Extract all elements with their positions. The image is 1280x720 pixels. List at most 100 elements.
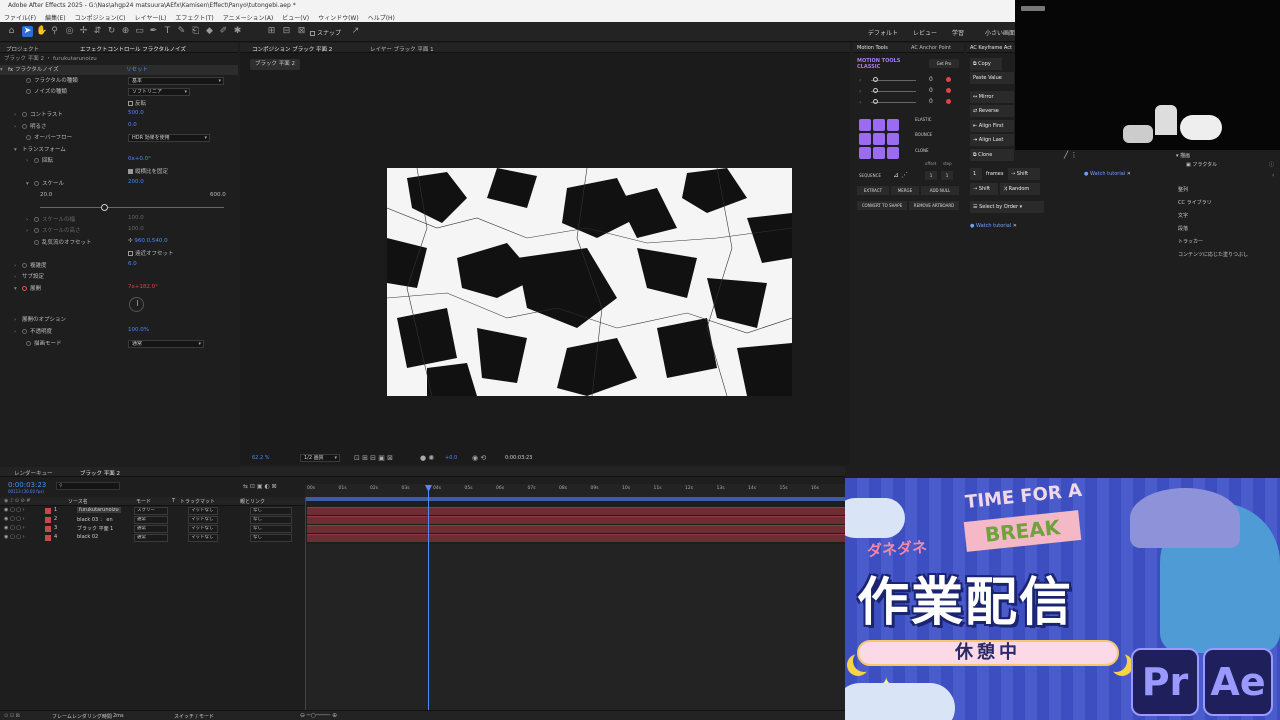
- select-by-order-button[interactable]: ☰ Select by Order ▾: [970, 201, 1044, 213]
- noise-type-dropdown[interactable]: ソフトリニア: [128, 88, 190, 96]
- clone-stamp-icon[interactable]: ⎗: [190, 26, 201, 37]
- menu-layer[interactable]: レイヤー(L): [135, 13, 167, 22]
- tab-timeline-comp[interactable]: ブラック 平面 2: [80, 469, 120, 476]
- transform-group[interactable]: ▾ トランスフォーム: [14, 145, 66, 155]
- anchor-tool-icon[interactable]: ⊕: [120, 26, 131, 37]
- pen-icon[interactable]: ╱ ⋮: [1064, 151, 1077, 159]
- bounce-label[interactable]: BOUNCE: [915, 132, 932, 137]
- copy-button[interactable]: ⧉ Copy: [970, 58, 1002, 70]
- layer-4-mode[interactable]: 通常: [134, 534, 168, 542]
- reverse-button[interactable]: ⇄ Reverse: [970, 105, 1014, 117]
- offset-turbulence-value[interactable]: ✢ 960.0,540.0: [128, 238, 168, 248]
- layer-row-2[interactable]: ◉ ▢ ▢ › 2 black 03 ： en 通常 マットなし なし: [0, 516, 305, 525]
- tab-composition[interactable]: コンポジション ブラック 平面 2: [252, 45, 332, 52]
- dolly-camera-icon[interactable]: ⇵: [92, 26, 103, 37]
- pen-tool-icon[interactable]: ✒: [148, 26, 159, 37]
- snap-toggle[interactable]: スナップ: [310, 28, 341, 37]
- fractal-type-dropdown[interactable]: 基本: [128, 77, 224, 85]
- invert-checkbox[interactable]: 反転: [128, 99, 146, 109]
- layer-3-clip[interactable]: [307, 525, 845, 533]
- col-source-name[interactable]: ソース名: [68, 498, 88, 505]
- exposure-value[interactable]: +0.0: [445, 455, 457, 461]
- menu-animation[interactable]: アニメーション(A): [223, 13, 274, 22]
- timeline-zoom-slider[interactable]: ⊖ ─○──── ⊕: [300, 712, 337, 719]
- menu-help[interactable]: ヘルプ(H): [368, 13, 395, 22]
- color-channel-icon[interactable]: ● ✺: [420, 454, 434, 462]
- playhead[interactable]: [425, 485, 432, 710]
- workspace-learn[interactable]: 学習: [952, 28, 964, 37]
- menu-effect[interactable]: エフェクト(T): [175, 13, 213, 22]
- menu-composition[interactable]: コンポジション(C): [75, 13, 126, 22]
- layer-3-mode[interactable]: 通常: [134, 525, 168, 533]
- evolution-dial[interactable]: [129, 297, 144, 312]
- brush-tool-icon[interactable]: ✎: [176, 26, 187, 37]
- opacity-value[interactable]: 100.0%: [128, 327, 149, 337]
- layer-2-clip[interactable]: [307, 516, 845, 524]
- layer-1-track[interactable]: マットなし: [188, 507, 218, 515]
- col-track-matte[interactable]: トラックマット: [180, 498, 215, 505]
- reset-link[interactable]: リセット: [126, 65, 148, 73]
- menu-edit[interactable]: 編集(E): [45, 13, 65, 22]
- convert-to-shape-button[interactable]: CONVERT TO SHAPE: [857, 201, 907, 210]
- selection-tool-icon[interactable]: ➤: [22, 26, 33, 37]
- comp-breadcrumb[interactable]: ブラック 平面 2: [250, 59, 300, 70]
- anchor-grid[interactable]: [859, 119, 899, 159]
- align-last-button[interactable]: ⇥ Align Last: [970, 134, 1014, 146]
- get-pro-button[interactable]: Get Pro: [929, 59, 959, 68]
- shift-button-2[interactable]: ⇢ Shift: [970, 183, 998, 195]
- tab-render-queue[interactable]: レンダーキュー: [14, 469, 53, 476]
- perspective-offset-checkbox[interactable]: 遠近オフセット: [128, 249, 174, 259]
- watch-tutorial-link-ac[interactable]: ● Watch tutorial ✕: [970, 223, 1017, 229]
- layer-1-clip[interactable]: [307, 507, 845, 515]
- panel-align[interactable]: 整列: [1178, 186, 1188, 193]
- work-area-bar[interactable]: [305, 497, 845, 501]
- clone-label[interactable]: CLONE: [915, 148, 929, 153]
- contrast-value[interactable]: 500.0: [128, 110, 144, 120]
- layer-2-name[interactable]: black 03 ： en: [77, 516, 113, 523]
- menu-window[interactable]: ウィンドウ(W): [318, 13, 359, 22]
- tab-motion-tools[interactable]: Motion Tools: [857, 45, 888, 51]
- brightness-value[interactable]: 0.0: [128, 122, 137, 132]
- switch-mode-toggle[interactable]: スイッチ / モード: [174, 713, 214, 720]
- workspace-review[interactable]: レビュー: [913, 28, 937, 37]
- add-null-button[interactable]: ADD NULL: [921, 186, 959, 195]
- layer-4-parent[interactable]: なし: [250, 534, 292, 542]
- scale-value[interactable]: 200.0: [128, 179, 144, 189]
- layer-2-parent[interactable]: なし: [250, 516, 292, 524]
- menu-file[interactable]: ファイル(F): [4, 13, 36, 22]
- comp-timecode[interactable]: 0:00:03:23: [505, 455, 532, 461]
- paste-value-button[interactable]: Paste Value: [970, 72, 1014, 84]
- layer-3-parent[interactable]: なし: [250, 525, 292, 533]
- tab-ac-keyframe[interactable]: AC Keyframe Act: [970, 45, 1012, 51]
- random-button[interactable]: ⤨ Random: [1000, 183, 1040, 195]
- layer-4-clip[interactable]: [307, 534, 845, 542]
- layer-3-track[interactable]: マットなし: [188, 525, 218, 533]
- orbit-camera-icon[interactable]: ◎: [64, 26, 75, 37]
- evolution-value[interactable]: 7x+182.0°: [128, 284, 158, 294]
- sub-settings-group[interactable]: › サブ設定: [14, 272, 44, 282]
- evolution-options-group[interactable]: › 展開のオプション: [14, 315, 66, 325]
- layer-4-track[interactable]: マットなし: [188, 534, 218, 542]
- tab-effect-controls[interactable]: エフェクトコントロール フラクタルノイズ: [80, 45, 186, 52]
- extract-button[interactable]: EXTRACT: [857, 186, 889, 195]
- eraser-tool-icon[interactable]: ◆: [204, 26, 215, 37]
- timeline-switch-icons[interactable]: ⇆ ⊡ ▣ ◐ ⊠: [243, 483, 277, 490]
- remove-artboard-button[interactable]: REMOVE ARTBOARD: [909, 201, 959, 210]
- align-icon[interactable]: ⊞: [266, 26, 277, 37]
- panel-tracker[interactable]: トラッカー: [1178, 238, 1203, 245]
- rectangle-tool-icon[interactable]: ▭: [134, 26, 145, 37]
- align-first-button[interactable]: ⇤ Align First: [970, 120, 1014, 132]
- merge-button[interactable]: MERGE: [891, 186, 919, 195]
- layer-row-1[interactable]: ◉ ▢ ▢ › 1 furukutarunoizu スクリー マットなし なし: [0, 507, 305, 516]
- timeline-search-input[interactable]: ⚲: [56, 482, 120, 490]
- hand-tool-icon[interactable]: ✋: [36, 26, 47, 37]
- sequence-label[interactable]: SEQUENCE: [859, 173, 881, 178]
- rotation-value[interactable]: 0x+0.0°: [128, 156, 151, 166]
- shift-button-1[interactable]: ⇢ Shift: [1008, 168, 1040, 180]
- layer-row-4[interactable]: ◉ ▢ ▢ › 4 black 02 通常 マットなし なし: [0, 534, 305, 543]
- puppet-tool-icon[interactable]: ✱: [232, 26, 243, 37]
- collapse-icon[interactable]: ‹: [1272, 172, 1274, 179]
- layer-1-parent[interactable]: なし: [250, 507, 292, 515]
- elastic-label[interactable]: ELASTIC: [915, 117, 932, 122]
- blending-mode-dropdown[interactable]: 通常: [128, 340, 204, 348]
